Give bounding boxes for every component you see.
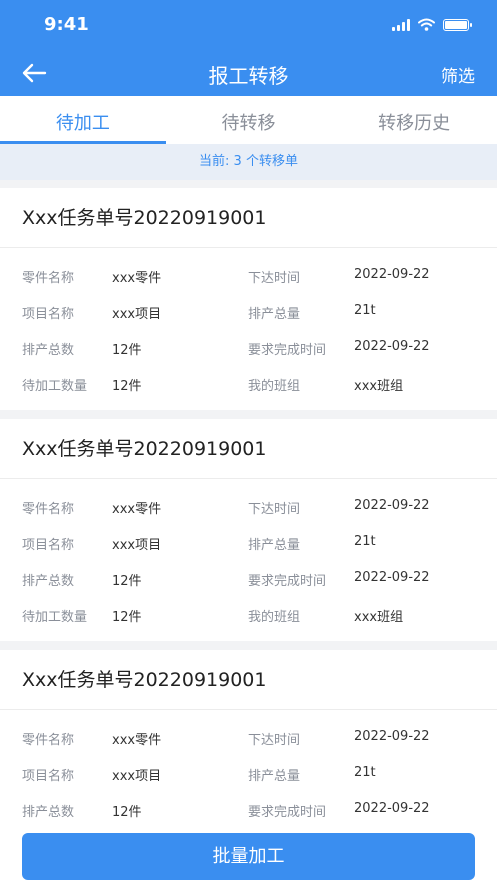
- detail-label: 项目名称: [22, 768, 75, 784]
- nav-bar: 报工转移 筛选: [0, 50, 497, 96]
- status-bar: 9:41: [0, 0, 497, 50]
- detail-label: 项目名称: [22, 537, 75, 553]
- detail-value: 12件: [112, 609, 142, 625]
- detail-label: 我的班组: [248, 609, 301, 625]
- detail-value: xxx零件: [112, 270, 162, 286]
- detail-row: 待加工数量 12件 我的班组 xxx班组: [0, 366, 497, 402]
- filter-button[interactable]: 筛选: [441, 62, 475, 87]
- detail-label: 我的班组: [248, 378, 301, 394]
- detail-row: 排产总数 12件 要求完成时间 2022-09-22: [0, 792, 497, 828]
- detail-value: 12件: [112, 573, 142, 589]
- detail-row: 项目名称 xxx项目 排产总量 21t: [0, 756, 497, 792]
- transfer-count-notice: 当前: 3 个转移单: [0, 144, 497, 180]
- detail-label: 项目名称: [22, 306, 75, 322]
- order-card[interactable]: Xxx任务单号20220919001 零件名称 xxx零件 下达时间 2022-09…: [0, 650, 497, 836]
- detail-value: xxx零件: [112, 501, 162, 517]
- tab-transfer-history[interactable]: 转移历史: [331, 96, 497, 144]
- detail-value: 2022-09-22: [354, 497, 430, 513]
- detail-value: xxx班组: [354, 378, 404, 394]
- status-time: 9:41: [44, 14, 89, 35]
- detail-value: 2022-09-22: [354, 800, 430, 816]
- transfer-order-list: Xxx任务单号20220919001 零件名称 xxx零件 下达时间 2022-09…: [0, 188, 497, 845]
- order-details: 零件名称 xxx零件 下达时间 2022-09-22 项目名称 xxx项目 排产总量 2…: [0, 710, 497, 836]
- status-icons: [392, 18, 472, 31]
- order-details: 零件名称 xxx零件 下达时间 2022-09-22 项目名称 xxx项目 排产总量 2…: [0, 248, 497, 410]
- detail-label: 零件名称: [22, 732, 75, 748]
- detail-row: 项目名称 xxx项目 排产总量 21t: [0, 294, 497, 330]
- detail-row: 待加工数量 12件 我的班组 xxx班组: [0, 597, 497, 633]
- detail-value: 21t: [354, 764, 376, 780]
- detail-value: 2022-09-22: [354, 266, 430, 282]
- detail-label: 排产总数: [22, 804, 75, 820]
- detail-label: 要求完成时间: [248, 573, 327, 589]
- order-card[interactable]: Xxx任务单号20220919001 零件名称 xxx零件 下达时间 2022-09…: [0, 419, 497, 641]
- tab-pending-transfer[interactable]: 待转移: [166, 96, 332, 144]
- detail-label: 待加工数量: [22, 609, 88, 625]
- detail-value: xxx项目: [112, 306, 162, 322]
- detail-label: 排产总数: [22, 342, 75, 358]
- order-number: Xxx任务单号20220919001: [0, 419, 497, 479]
- detail-row: 零件名称 xxx零件 下达时间 2022-09-22: [0, 720, 497, 756]
- detail-label: 下达时间: [248, 501, 301, 517]
- detail-label: 下达时间: [248, 270, 301, 286]
- wifi-icon: [418, 18, 435, 31]
- detail-value: 2022-09-22: [354, 728, 430, 744]
- detail-label: 排产总量: [248, 537, 301, 553]
- detail-value: xxx项目: [112, 537, 162, 553]
- detail-row: 排产总数 12件 要求完成时间 2022-09-22: [0, 330, 497, 366]
- detail-value: 2022-09-22: [354, 338, 430, 354]
- bottom-action-bar: 批量加工: [0, 826, 497, 883]
- detail-label: 下达时间: [248, 732, 301, 748]
- detail-label: 要求完成时间: [248, 804, 327, 820]
- detail-row: 项目名称 xxx项目 排产总量 21t: [0, 525, 497, 561]
- battery-icon: [443, 19, 472, 31]
- detail-value: 2022-09-22: [354, 569, 430, 585]
- detail-value: xxx项目: [112, 768, 162, 784]
- app-header: 9:41 报工转移 筛选: [0, 0, 497, 96]
- detail-row: 排产总数 12件 要求完成时间 2022-09-22: [0, 561, 497, 597]
- detail-label: 待加工数量: [22, 378, 88, 394]
- page-title: 报工转移: [208, 64, 289, 88]
- cellular-signal-icon: [392, 19, 410, 31]
- detail-value: 21t: [354, 533, 376, 549]
- order-number: Xxx任务单号20220919001: [0, 188, 497, 248]
- detail-value: xxx班组: [354, 609, 404, 625]
- detail-value: 12件: [112, 378, 142, 394]
- detail-label: 零件名称: [22, 501, 75, 517]
- batch-process-button[interactable]: 批量加工: [22, 833, 475, 880]
- detail-value: 12件: [112, 804, 142, 820]
- detail-label: 要求完成时间: [248, 342, 327, 358]
- detail-label: 排产总量: [248, 306, 301, 322]
- detail-label: 排产总量: [248, 768, 301, 784]
- detail-value: 12件: [112, 342, 142, 358]
- order-card[interactable]: Xxx任务单号20220919001 零件名称 xxx零件 下达时间 2022-09…: [0, 188, 497, 410]
- order-details: 零件名称 xxx零件 下达时间 2022-09-22 项目名称 xxx项目 排产总量 2…: [0, 479, 497, 641]
- detail-label: 排产总数: [22, 573, 75, 589]
- order-number: Xxx任务单号20220919001: [0, 650, 497, 710]
- detail-value: 21t: [354, 302, 376, 318]
- detail-row: 零件名称 xxx零件 下达时间 2022-09-22: [0, 489, 497, 525]
- detail-label: 零件名称: [22, 270, 75, 286]
- tab-pending-processing[interactable]: 待加工: [0, 96, 166, 144]
- detail-row: 零件名称 xxx零件 下达时间 2022-09-22: [0, 258, 497, 294]
- detail-value: xxx零件: [112, 732, 162, 748]
- tab-bar: 待加工 待转移 转移历史: [0, 96, 497, 144]
